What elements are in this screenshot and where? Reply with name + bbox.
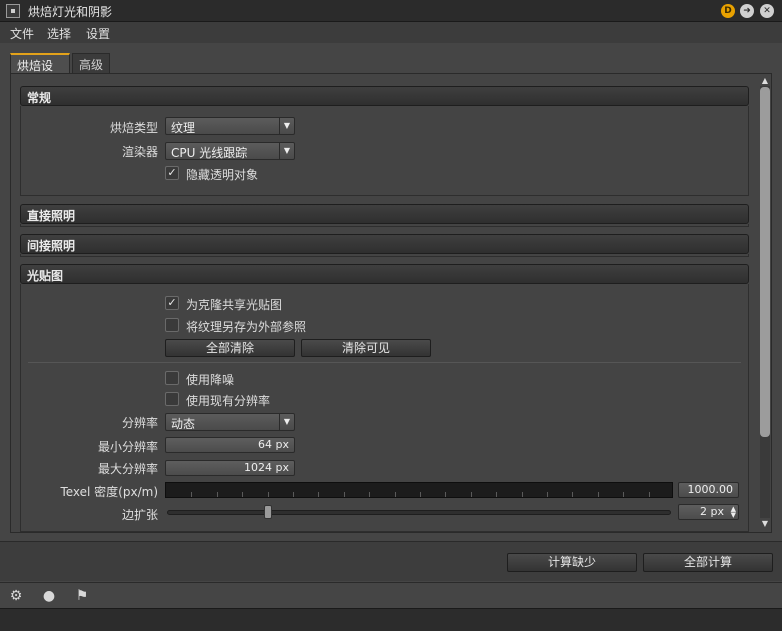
use-existing-res-checkbox[interactable] — [165, 392, 179, 406]
section-lightmap-header[interactable]: 光贴图 — [20, 264, 749, 284]
min-res-field[interactable]: 64 px — [165, 437, 295, 453]
texel-density-label: Texel 密度(px/m) — [60, 485, 158, 499]
tab-bake-settings[interactable]: 烘焙设置 — [10, 53, 70, 90]
texel-tick — [267, 492, 269, 497]
arrow-right-icon[interactable]: ➜ — [740, 4, 754, 18]
texel-tick — [623, 492, 625, 497]
clear-all-button[interactable]: 全部清除 — [165, 339, 295, 357]
d-badge-button[interactable]: D — [721, 4, 735, 18]
margin-label: 边扩张 — [121, 508, 158, 522]
texel-tick — [191, 492, 193, 497]
margin-slider-track[interactable] — [167, 510, 671, 515]
min-res-label: 最小分辨率 — [97, 440, 158, 454]
clear-visible-button[interactable]: 清除可见 — [301, 339, 431, 357]
chevron-down-icon: ▼ — [279, 414, 294, 430]
tab-advanced[interactable]: 高级 — [72, 53, 110, 73]
texel-tick — [394, 492, 396, 497]
max-res-label: 最大分辨率 — [97, 462, 158, 476]
status-bar — [0, 608, 782, 631]
scrollbar-thumb[interactable] — [760, 87, 770, 437]
texel-tick — [496, 492, 498, 497]
menu-settings[interactable]: 设置 — [86, 25, 110, 42]
texel-tick — [547, 492, 548, 497]
texel-tick — [369, 492, 371, 497]
spinner-icon[interactable]: ▲ ▼ — [731, 506, 736, 519]
texel-tick — [521, 492, 523, 497]
save-external-label: 将纹理另存为外部参照 — [186, 320, 307, 334]
use-denoise-label: 使用降噪 — [186, 373, 235, 387]
section-general-header[interactable]: 常规 — [20, 86, 749, 106]
section-direct-body — [20, 224, 749, 227]
texel-tick — [445, 492, 447, 497]
save-external-checkbox[interactable] — [165, 318, 179, 332]
probe-icon[interactable]: ⚑ — [71, 586, 93, 606]
texel-density-field[interactable]: 1000.00 — [678, 482, 739, 498]
resolution-label: 分辨率 — [121, 416, 158, 430]
divider — [28, 362, 741, 363]
texel-tick — [343, 492, 345, 497]
scroll-down-icon[interactable]: ▼ — [760, 519, 770, 528]
margin-field[interactable]: 2 px ▲ ▼ — [678, 504, 739, 520]
texel-tick — [293, 492, 294, 497]
texel-tick — [420, 492, 421, 497]
window-title: 烘焙灯光和阴影 — [28, 5, 113, 19]
menu-file[interactable]: 文件 — [10, 25, 34, 42]
section-direct-header[interactable]: 直接照明 — [20, 204, 749, 224]
texel-tick — [572, 492, 574, 497]
share-clone-label: 为克隆共享光贴图 — [186, 298, 283, 312]
texel-tick — [597, 492, 599, 497]
texel-tick — [216, 492, 218, 497]
max-res-field[interactable]: 1024 px — [165, 460, 295, 476]
bake-type-value: 纹理 — [171, 121, 196, 135]
title-bar — [0, 0, 782, 22]
section-indirect-body — [20, 254, 749, 257]
light-remove-icon[interactable]: ● — [38, 586, 60, 606]
compute-all-button[interactable]: 全部计算 — [643, 553, 773, 572]
hide-transparent-checkbox[interactable]: ✓ — [165, 166, 179, 180]
bake-type-label: 烘焙类型 — [109, 121, 158, 135]
menu-bar — [0, 22, 782, 43]
margin-value: 2 px — [700, 505, 724, 518]
compute-missing-button[interactable]: 计算缺少 — [507, 553, 637, 572]
close-icon[interactable]: ✕ — [760, 4, 774, 18]
app-icon — [6, 4, 20, 18]
scroll-up-icon[interactable]: ▲ — [760, 76, 770, 85]
spin-down-icon[interactable]: ▼ — [731, 512, 736, 519]
bottom-toolbar — [0, 582, 782, 608]
texel-tick — [470, 492, 472, 497]
resolution-dropdown[interactable]: 动态 ▼ — [165, 413, 295, 431]
margin-slider-handle[interactable] — [263, 505, 272, 519]
section-indirect-header[interactable]: 间接照明 — [20, 234, 749, 254]
texel-tick — [318, 492, 320, 497]
menu-select[interactable]: 选择 — [47, 25, 71, 42]
use-denoise-checkbox[interactable] — [165, 371, 179, 385]
bake-type-dropdown[interactable]: 纹理 ▼ — [165, 117, 295, 135]
hide-transparent-label: 隐藏透明对象 — [186, 168, 259, 182]
texel-tick — [648, 492, 650, 497]
use-existing-res-label: 使用现有分辨率 — [186, 394, 271, 408]
chevron-down-icon: ▼ — [279, 118, 294, 134]
settings-gear-icon[interactable]: ⚙ — [5, 586, 27, 606]
renderer-dropdown[interactable]: CPU 光线跟踪 ▼ — [165, 142, 295, 160]
renderer-value: CPU 光线跟踪 — [171, 146, 248, 160]
resolution-value: 动态 — [171, 417, 196, 431]
share-clone-checkbox[interactable]: ✓ — [165, 296, 179, 310]
renderer-label: 渲染器 — [121, 145, 158, 159]
chevron-down-icon: ▼ — [279, 143, 294, 159]
texel-tick — [242, 492, 244, 497]
texel-density-slider[interactable] — [165, 482, 673, 498]
